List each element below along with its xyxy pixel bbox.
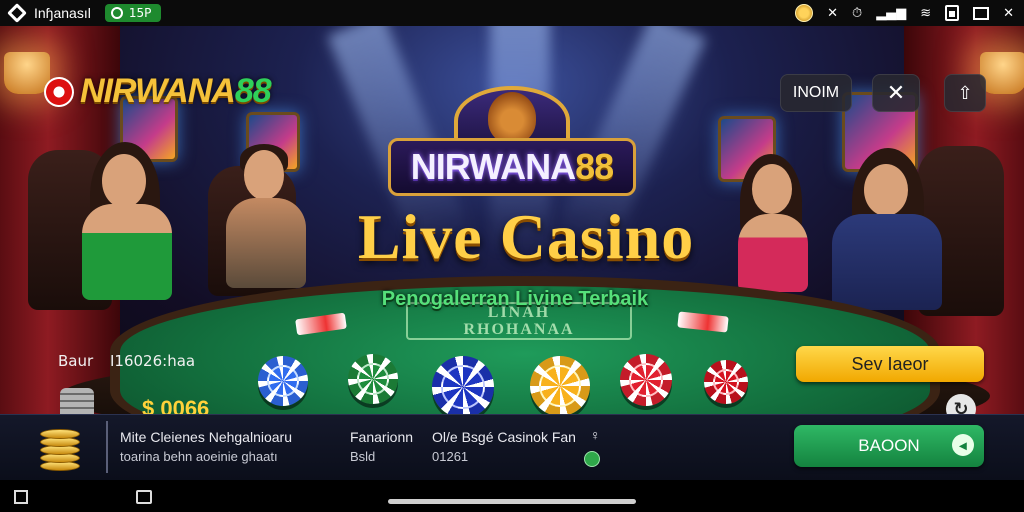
- bet-code: I16026:haa: [110, 352, 196, 370]
- gold-coins-icon: [40, 423, 82, 473]
- close-icon[interactable]: ✕: [1003, 6, 1014, 21]
- brand-logo: NIRWANA88: [39, 72, 272, 111]
- system-nav-bar: [0, 480, 1024, 512]
- pin-icon: ♀: [590, 427, 601, 443]
- info-title: Mite Cleienes Nehgalnioaru: [120, 429, 292, 445]
- chip-logo-icon: [39, 72, 79, 111]
- logo-text: NIRWANA: [80, 72, 236, 110]
- balance-value: $ 0066: [142, 396, 210, 414]
- gesture-handle[interactable]: [388, 499, 636, 504]
- info-label: Ol/e Bsgé Casinok Fan: [432, 429, 576, 445]
- wrench-icon: ✕: [827, 5, 839, 21]
- info-value: Bsld: [350, 449, 376, 464]
- place-bet-button[interactable]: Sev Iaeor: [796, 346, 984, 382]
- betting-chip[interactable]: [530, 356, 590, 414]
- betting-chip[interactable]: [258, 356, 308, 406]
- arrow-icon: ◂: [952, 434, 974, 456]
- carrier-label: Inɧanasıl: [34, 5, 91, 21]
- coin-icon: [795, 4, 814, 22]
- page-subtitle: Penogalerran Livine Terbaik: [381, 288, 649, 310]
- globe-icon: [584, 451, 600, 467]
- header-button[interactable]: INOIM: [780, 74, 852, 112]
- window-icon[interactable]: [973, 6, 990, 20]
- info-label: Fanarionn: [350, 429, 414, 445]
- info-subtitle: toarina behn aoeinie ghaatı: [120, 449, 278, 464]
- recent-apps-icon[interactable]: [136, 490, 152, 504]
- exit-button[interactable]: ⇧: [944, 74, 986, 112]
- betting-chip[interactable]: [620, 354, 672, 406]
- crest-banner: NIRWANA 88: [388, 138, 636, 196]
- bet-label: Baur: [58, 352, 94, 370]
- status-bar: Inɧanasıl 15P ✕ ⏱ ▂▄▆ ≋ ✕: [0, 0, 1024, 26]
- crest-text: NIRWANA: [410, 146, 576, 187]
- close-button[interactable]: ✕: [872, 74, 920, 112]
- signal-icon: ▂▄▆: [876, 5, 907, 21]
- logo-num: 88: [234, 72, 272, 110]
- betting-chip[interactable]: [704, 360, 748, 404]
- info-bar: Mite Cleienes Nehgalnioaru toarina behn …: [0, 414, 1024, 480]
- play-now-label: BAOON: [858, 436, 920, 455]
- casino-scene: LINAH RHOHANAA NIRWANA88 INOIM ✕ ⇧ NIRWA…: [0, 26, 1024, 414]
- crest-num: 88: [575, 146, 614, 187]
- betting-chip[interactable]: [432, 356, 494, 414]
- divider: [106, 421, 108, 473]
- notification-pill[interactable]: 15P: [104, 4, 162, 22]
- clock-icon: [110, 7, 123, 19]
- battery-icon: [945, 5, 960, 21]
- home-icon[interactable]: [14, 490, 28, 504]
- info-value: 01261: [432, 449, 469, 464]
- app-icon: [7, 3, 27, 23]
- play-now-button[interactable]: BAOON ◂: [794, 425, 984, 467]
- pill-text: 15P: [128, 6, 152, 20]
- betting-chip[interactable]: [348, 354, 398, 404]
- lamp-right: [980, 52, 1024, 94]
- page-title: Live Casino: [357, 201, 695, 272]
- center-crest: NIRWANA 88: [388, 86, 636, 200]
- wifi-icon: ≋: [920, 5, 932, 21]
- chip-stack-icon: [60, 388, 94, 414]
- lion-icon: [488, 92, 536, 144]
- alarm-icon: ⏱: [852, 5, 863, 21]
